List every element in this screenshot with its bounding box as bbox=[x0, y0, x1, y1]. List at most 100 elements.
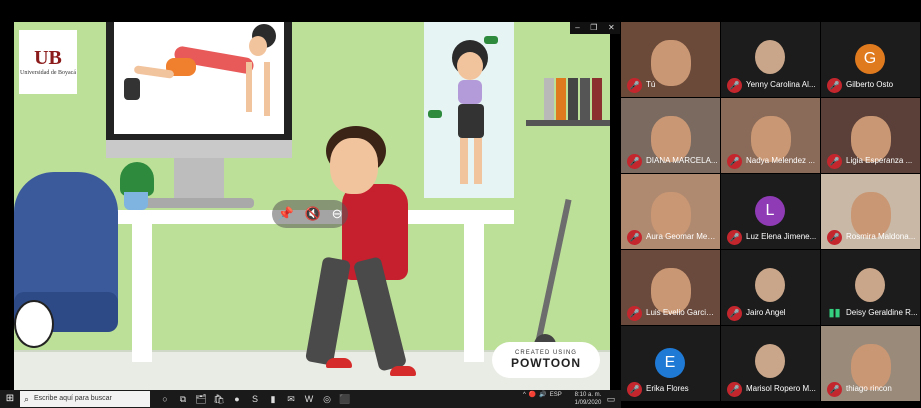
taskbar-app-icon[interactable]: W bbox=[300, 391, 318, 407]
mic-muted-icon: 🎤 bbox=[827, 154, 842, 169]
book bbox=[556, 78, 566, 120]
mic-muted-icon: 🎤 bbox=[827, 382, 842, 397]
participant-tile[interactable]: E 🎤 Erika Flores bbox=[621, 326, 720, 401]
soccer-ball bbox=[14, 300, 54, 348]
participant-tile[interactable]: 🎤 Aura Geomar Med... bbox=[621, 174, 720, 249]
powtoon-big-text: POWTOON bbox=[510, 356, 582, 370]
taskbar-app-icon[interactable]: 🛍 bbox=[210, 391, 228, 407]
character-shoe bbox=[390, 366, 416, 376]
participant-name: Yenny Carolina Al... bbox=[746, 80, 816, 89]
clock-date: 1/09/2020 bbox=[574, 400, 602, 406]
participant-name: thiago rincon bbox=[846, 384, 892, 393]
mic-muted-icon: 🎤 bbox=[727, 154, 742, 169]
video-overlay-controls: 📌 🔇 ⊖ bbox=[272, 200, 348, 228]
participant-tile[interactable]: 🎤 Jairo Angel bbox=[721, 250, 820, 325]
participant-name: Marisol Ropero M... bbox=[746, 384, 816, 393]
remove-icon[interactable]: ⊖ bbox=[332, 206, 343, 222]
tray-icon[interactable]: ESP bbox=[550, 392, 562, 398]
book bbox=[544, 78, 554, 120]
monitor-stand bbox=[174, 158, 224, 198]
participant-tile[interactable]: 🎤 thiago rincon bbox=[821, 326, 920, 401]
powtoon-badge: CREATED USING POWTOON bbox=[492, 342, 600, 378]
desk-leg bbox=[464, 224, 484, 362]
participant-tile[interactable]: 🎤 Rosmira Maldona... bbox=[821, 174, 920, 249]
taskbar-app-icon[interactable]: ▮ bbox=[264, 391, 282, 407]
logo-text: Universidad de Boyacá bbox=[20, 69, 76, 76]
notification-icon[interactable]: ▭ bbox=[604, 392, 618, 406]
taskbar-app-icon[interactable]: 🗂 bbox=[192, 391, 210, 407]
participant-name: Ligia Esperanza ... bbox=[846, 156, 913, 165]
taskbar-app-icon[interactable]: ⧉ bbox=[174, 391, 192, 407]
shared-screen: UB Universidad de Boyacá 📌 🔇 ⊖ CREATED U… bbox=[14, 22, 610, 390]
top-bar bbox=[0, 0, 921, 22]
taskbar-clock[interactable]: 8:10 a. m. 1/09/2020 bbox=[574, 391, 602, 407]
mic-muted-icon: 🎤 bbox=[727, 306, 742, 321]
participant-avatar: L bbox=[755, 196, 785, 226]
book bbox=[568, 78, 578, 120]
taskbar-search[interactable]: ⌕ Escribe aquí para buscar bbox=[20, 391, 150, 407]
participant-tile[interactable]: ▮▮ Deisy Geraldine R... bbox=[821, 250, 920, 325]
mic-muted-icon: 🎤 bbox=[627, 78, 642, 93]
participant-avatar: E bbox=[655, 348, 685, 378]
mic-muted-icon: 🎤 bbox=[827, 230, 842, 245]
participant-tile[interactable]: 🎤 Ligia Esperanza ... bbox=[821, 98, 920, 173]
mute-icon[interactable]: 🔇 bbox=[305, 206, 321, 222]
participant-tile[interactable]: 🎤 Luis Evelio Garcia ... bbox=[621, 250, 720, 325]
mic-muted-icon: 🎤 bbox=[627, 154, 642, 169]
mic-muted-icon: 🎤 bbox=[827, 78, 842, 93]
minimize-icon[interactable]: – bbox=[575, 22, 579, 34]
participant-name: Nadya Melendez ... bbox=[746, 156, 815, 165]
mic-muted-icon: 🎤 bbox=[727, 230, 742, 245]
search-icon: ⌕ bbox=[24, 394, 30, 404]
taskbar-app-icon[interactable]: ◎ bbox=[318, 391, 336, 407]
participant-tile[interactable]: G 🎤 Gilberto Osto bbox=[821, 22, 920, 97]
character-shoe bbox=[326, 358, 352, 368]
clock-time: 8:10 a. m. bbox=[574, 392, 602, 398]
taskbar-app-icon[interactable]: ✉ bbox=[282, 391, 300, 407]
participant-name: Gilberto Osto bbox=[846, 80, 894, 89]
mic-muted-icon: 🎤 bbox=[627, 382, 642, 397]
taskbar-app-icon[interactable]: ● bbox=[228, 391, 246, 407]
pin-icon[interactable]: 📌 bbox=[277, 206, 293, 222]
logo-mark: UB bbox=[34, 46, 62, 69]
participant-tile[interactable]: 🎤 Nadya Melendez ... bbox=[721, 98, 820, 173]
restore-icon[interactable]: ❐ bbox=[590, 22, 597, 34]
participant-tile[interactable]: L 🎤 Luz Elena Jimene... bbox=[721, 174, 820, 249]
mic-muted-icon: 🎤 bbox=[627, 306, 642, 321]
mic-muted-icon: 🎤 bbox=[627, 230, 642, 245]
participant-name: Luis Evelio Garcia ... bbox=[646, 308, 718, 317]
dumbbell-woman-illustration bbox=[428, 36, 498, 184]
participant-photo bbox=[755, 40, 785, 74]
participant-tile[interactable]: 🎤 Tú bbox=[621, 22, 720, 97]
participant-name: Deisy Geraldine R... bbox=[846, 308, 918, 317]
tray-icon[interactable]: 🔴 bbox=[529, 391, 536, 398]
window-controls: – ❐ ✕ bbox=[570, 22, 620, 34]
participant-tile[interactable]: 🎤 Yenny Carolina Al... bbox=[721, 22, 820, 97]
taskbar-app-icon[interactable]: ○ bbox=[156, 391, 174, 407]
book bbox=[580, 78, 590, 120]
plant bbox=[120, 162, 154, 196]
character-face bbox=[330, 138, 378, 194]
taskbar-apps: ○ ⧉ 🗂 🛍 ● S ▮ ✉ W ◎ ⬛ bbox=[156, 391, 354, 407]
taskbar-app-icon[interactable]: S bbox=[246, 391, 264, 407]
mic-active-icon: ▮▮ bbox=[828, 307, 841, 319]
system-tray: ^ 🔴 🔊 ESP bbox=[520, 391, 562, 399]
participant-grid: 🎤 Tú 🎤 Yenny Carolina Al... G 🎤 Gilberto Osto 🎤… bbox=[621, 22, 921, 401]
monitor-base bbox=[106, 140, 292, 158]
participant-tile[interactable]: 🎤 Marisol Ropero M... bbox=[721, 326, 820, 401]
university-logo: UB Universidad de Boyacá bbox=[19, 30, 77, 94]
participant-photo bbox=[755, 268, 785, 302]
participant-name: DIANA MARCELA... bbox=[646, 156, 718, 165]
participant-name: Rosmira Maldona... bbox=[846, 232, 916, 241]
taskbar-app-icon[interactable]: ⬛ bbox=[336, 391, 354, 407]
tray-icon[interactable]: 🔊 bbox=[539, 391, 546, 398]
participant-photo bbox=[755, 344, 785, 378]
close-icon[interactable]: ✕ bbox=[608, 22, 615, 34]
windows-start-icon[interactable]: ⊞ bbox=[2, 391, 18, 407]
participant-name: Tú bbox=[646, 80, 656, 89]
book bbox=[592, 78, 602, 120]
participant-tile[interactable]: 🎤 DIANA MARCELA... bbox=[621, 98, 720, 173]
plant-pot bbox=[124, 192, 148, 210]
tray-icon[interactable]: ^ bbox=[523, 392, 526, 398]
scooter-pole bbox=[534, 199, 572, 347]
